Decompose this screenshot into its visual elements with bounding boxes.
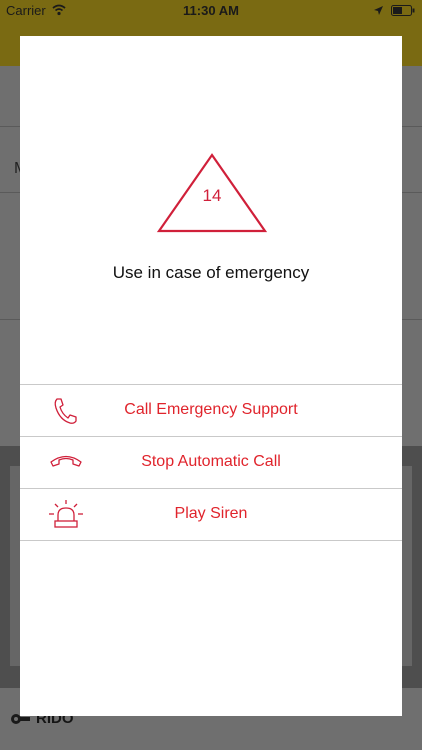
call-emergency-support-button[interactable]: Call Emergency Support (20, 384, 402, 436)
status-bar: Carrier 11:30 AM (0, 0, 422, 22)
clock: 11:30 AM (183, 3, 239, 18)
battery-icon (391, 5, 415, 16)
stop-automatic-call-button[interactable]: Stop Automatic Call (20, 436, 402, 488)
call-emergency-support-label: Call Emergency Support (124, 401, 298, 418)
location-arrow-icon (374, 6, 383, 15)
stop-automatic-call-label: Stop Automatic Call (141, 453, 281, 470)
play-siren-button[interactable]: Play Siren (20, 488, 402, 541)
play-siren-label: Play Siren (174, 505, 248, 522)
emergency-modal: 14 Use in case of emergency Call Emergen… (20, 36, 402, 716)
countdown-counter: 14 (202, 186, 222, 205)
action-list: Call Emergency Support Stop Automatic Ca… (20, 384, 402, 541)
emergency-message: Use in case of emergency (112, 263, 310, 282)
